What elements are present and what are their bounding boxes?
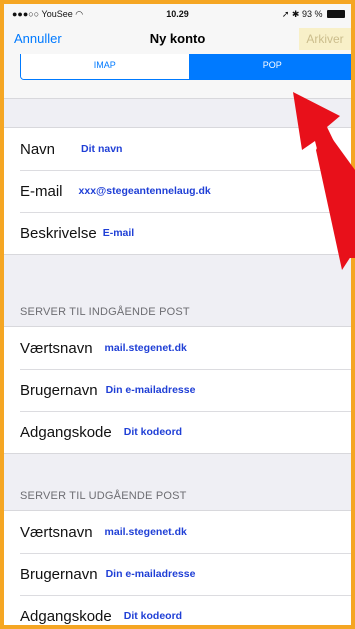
incoming-username-field[interactable]: Din e-mailadresse — [106, 384, 196, 396]
field-label: E-mail — [20, 182, 63, 200]
outgoing-password-field[interactable]: Dit kodeord — [124, 610, 182, 622]
location-icon: ➚ — [281, 9, 290, 19]
status-bar: ●●●○○ YouSee ◠ 10.29 ➚ ✱ 93 % — [4, 4, 351, 24]
form-row-outgoing-host[interactable]: Værtsnavn mail.stegenet.dk — [4, 511, 351, 553]
form-row-description[interactable]: Beskrivelse E-mail — [4, 212, 351, 254]
incoming-host-field[interactable]: mail.stegenet.dk — [105, 342, 187, 354]
form-row-name[interactable]: Navn Dit navn — [4, 128, 351, 170]
account-type-segmented-control: IMAP POP — [20, 54, 351, 80]
save-button[interactable]: Arkiver — [299, 28, 351, 50]
field-label: Brugernavn — [20, 381, 98, 399]
field-label: Navn — [20, 140, 56, 158]
outgoing-username-field[interactable]: Din e-mailadresse — [106, 568, 196, 580]
name-field[interactable]: Dit navn — [81, 143, 122, 155]
account-info-group: Navn Dit navn E-mail xxx@stegeantennelau… — [4, 127, 351, 255]
form-row-outgoing-password[interactable]: Adgangskode Dit kodeord — [4, 595, 351, 625]
bluetooth-icon: ✱ — [291, 9, 300, 19]
field-label: Værtsnavn — [20, 339, 93, 357]
battery-icon — [327, 10, 345, 18]
email-field[interactable]: xxx@stegeantennelaug.dk — [79, 185, 211, 197]
segment-pop[interactable]: POP — [188, 54, 351, 79]
outgoing-server-header: SERVER TIL UDGÅENDE POST — [20, 490, 187, 502]
description-field[interactable]: E-mail — [103, 227, 135, 239]
field-label: Adgangskode — [20, 423, 112, 441]
form-row-incoming-username[interactable]: Brugernavn Din e-mailadresse — [4, 369, 351, 411]
navigation-bar: Annuller Ny konto Arkiver — [4, 24, 351, 54]
form-row-incoming-host[interactable]: Værtsnavn mail.stegenet.dk — [4, 327, 351, 369]
incoming-server-header: SERVER TIL INDGÅENDE POST — [20, 306, 190, 318]
battery-percent: 93 % — [301, 9, 323, 19]
form-row-email[interactable]: E-mail xxx@stegeantennelaug.dk — [4, 170, 351, 212]
segment-imap[interactable]: IMAP — [21, 54, 189, 79]
field-label: Adgangskode — [20, 607, 112, 625]
status-right: ➚ ✱ 93 % — [282, 9, 345, 20]
form-row-incoming-password[interactable]: Adgangskode Dit kodeord — [4, 411, 351, 453]
outgoing-server-group: Værtsnavn mail.stegenet.dk Brugernavn Di… — [4, 510, 351, 625]
form-row-outgoing-username[interactable]: Brugernavn Din e-mailadresse — [4, 553, 351, 595]
account-type-section: IMAP POP — [4, 54, 351, 99]
incoming-server-group: Værtsnavn mail.stegenet.dk Brugernavn Di… — [4, 326, 351, 454]
field-label: Beskrivelse — [20, 224, 97, 242]
incoming-password-field[interactable]: Dit kodeord — [124, 426, 182, 438]
field-label: Værtsnavn — [20, 523, 93, 541]
screenshot-frame: ●●●○○ YouSee ◠ 10.29 ➚ ✱ 93 % Annuller N… — [4, 4, 351, 625]
field-label: Brugernavn — [20, 565, 98, 583]
outgoing-host-field[interactable]: mail.stegenet.dk — [105, 526, 187, 538]
